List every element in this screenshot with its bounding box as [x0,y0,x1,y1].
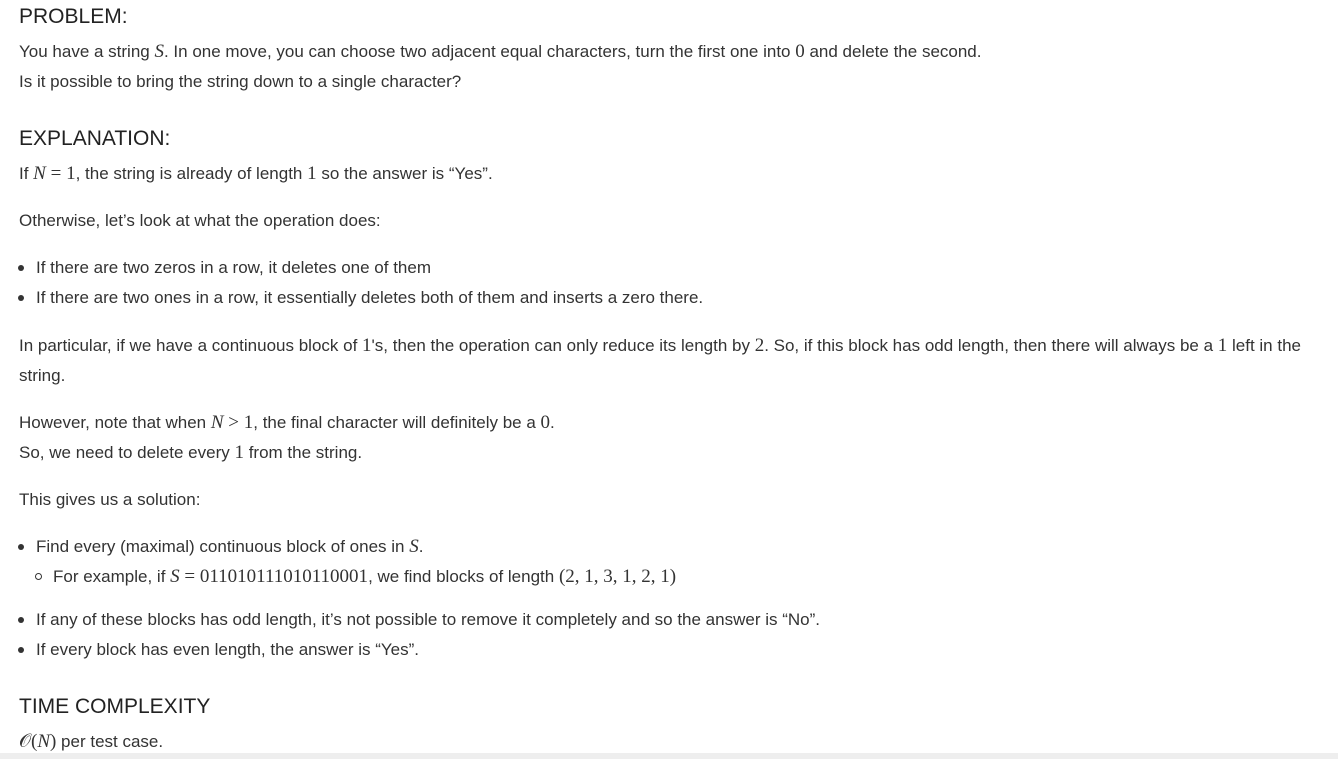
math-S: S [154,41,164,62]
math-one: 1 [1217,335,1228,356]
math-block-lengths: (2, 1, 3, 1, 2, 1) [558,566,677,587]
list-item: If there are two zeros in a row, it dele… [18,253,1319,283]
math-big-o: 𝒪 [19,731,31,752]
explanation-p1: If N = 1, the string is already of lengt… [19,163,493,184]
math-N: N [37,731,50,752]
list-item: If there are two ones in a row, it essen… [18,283,1319,313]
math-N: N [33,163,46,184]
math-zero: 0 [540,412,551,433]
explanation-p5: So, we need to delete every 1 from the s… [19,442,363,463]
explanation-p3: In particular, if we have a continuous b… [19,335,1301,385]
math-S: S [409,536,419,557]
math-one: 1 [307,163,317,184]
list-item: Find every (maximal) continuous block of… [18,532,1319,592]
complexity-heading: TIME COMPLEXITY [19,695,211,718]
solution-list: Find every (maximal) continuous block of… [18,532,1319,592]
list-item: If any of these blocks has odd length, i… [18,605,1319,635]
solution-list-continued: If any of these blocks has odd length, i… [18,605,1319,665]
math-eq-1: = 1 [45,163,76,184]
math-gt-1: > 1 [223,412,254,433]
problem-statement: You have a string S. In one move, you ca… [19,41,982,62]
problem-question: Is it possible to bring the string down … [19,72,462,91]
list-item: If every block has even length, the answ… [18,635,1319,665]
math-zero: 0 [795,41,805,62]
math-one: 1 [362,335,372,356]
math-S: S [170,566,180,587]
math-N: N [210,412,224,433]
math-one: 1 [234,442,244,463]
problem-heading: PROBLEM: [19,5,128,28]
explanation-heading: EXPLANATION: [19,127,171,150]
solution-sublist: For example, if S = 011010111010110001, … [35,562,1319,592]
explanation-p4: However, note that when N > 1, the final… [19,412,555,433]
operation-list: If there are two zeros in a row, it dele… [18,253,1319,313]
explanation-p2: Otherwise, let’s look at what the operat… [19,211,381,230]
horizontal-scrollbar[interactable] [0,753,1338,759]
list-item: For example, if S = 011010111010110001, … [35,562,1319,592]
math-two: 2 [754,335,765,356]
math-binary-string: = 011010111010110001 [179,566,369,587]
explanation-p6: This gives us a solution: [19,490,201,509]
